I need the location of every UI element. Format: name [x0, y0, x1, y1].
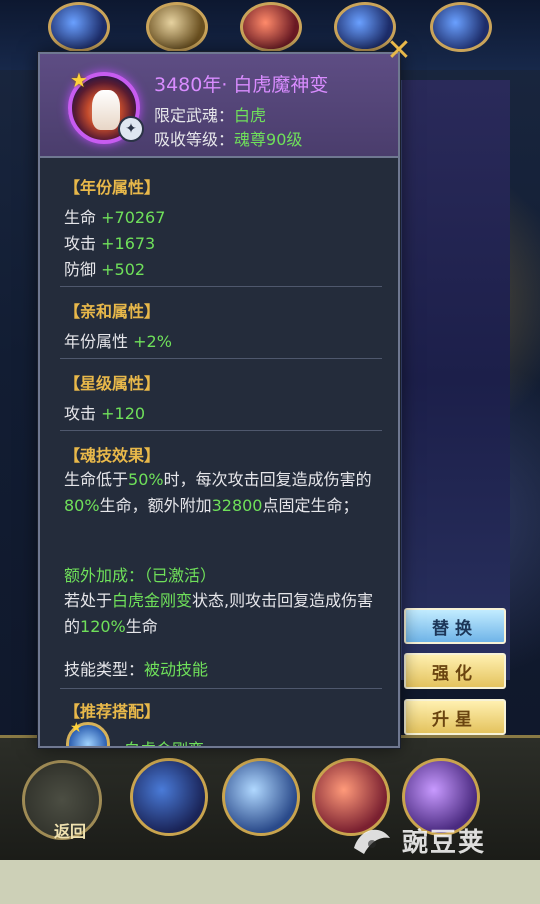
popup-header: ★ ✦ 3480年· 白虎魔神变 限定武魂：白虎 吸收等级：魂尊90级: [40, 54, 398, 158]
affinity-stat: 年份属性 +2%: [64, 328, 172, 352]
limited-value: 白虎: [234, 106, 267, 125]
stat-label: 攻击: [64, 234, 97, 253]
character-slot[interactable]: [130, 758, 208, 836]
skill-effect-heading: 【魂技效果】: [64, 446, 161, 465]
soul-ring-detail-popup: ★ ✦ 3480年· 白虎魔神变 限定武魂：白虎 吸收等级：魂尊90级 【年份属…: [38, 52, 400, 748]
stat-label: 生命: [64, 208, 97, 227]
star-attr-value: +120: [101, 404, 146, 423]
replace-button[interactable]: 替换: [404, 608, 506, 644]
soul-ring-display-panel: [400, 80, 510, 680]
soul-ring-slot[interactable]: [48, 2, 110, 52]
stat-defense: 防御 +502: [64, 256, 145, 280]
divider: [60, 286, 382, 287]
star-up-button[interactable]: 升星: [404, 699, 506, 735]
divider: [60, 688, 382, 689]
bottom-border: [0, 860, 540, 904]
stat-value: +502: [101, 260, 146, 279]
limited-label: 限定武魂：: [154, 106, 235, 125]
affinity-label: 年份属性: [64, 332, 129, 351]
limited-martial-soul: 限定武魂：白虎: [154, 102, 266, 126]
soul-ring-title: 3480年· 白虎魔神变: [154, 74, 329, 96]
divider: [60, 430, 382, 431]
star-attr-stat: 攻击 +120: [64, 400, 145, 424]
star-attr-heading: 【星级属性】: [64, 374, 161, 393]
absorb-label: 吸收等级：: [154, 130, 235, 149]
watermark-text: 豌豆荚: [402, 828, 487, 858]
stat-hp: 生命 +70267: [64, 204, 165, 228]
watermark-logo-icon: [354, 829, 390, 854]
soul-ring-slot[interactable]: [146, 2, 208, 52]
affinity-value: +2%: [133, 332, 172, 351]
soul-ring-slot[interactable]: [430, 2, 492, 52]
star-icon: ★: [70, 720, 83, 736]
skill-type-label: 技能类型：: [64, 660, 145, 679]
recommended-skill-name: 白虎金刚变: [124, 736, 204, 746]
stat-attack: 攻击 +1673: [64, 230, 155, 254]
close-icon[interactable]: ✕: [384, 36, 414, 66]
recommend-heading: 【推荐搭配】: [64, 702, 161, 721]
year-attr-heading: 【年份属性】: [64, 178, 161, 197]
skill-type-value: 被动技能: [144, 660, 209, 679]
bonus-activated: 额外加成：（已激活）: [64, 566, 217, 585]
star-attr-label: 攻击: [64, 404, 97, 423]
white-tiger-figure-icon: [92, 90, 120, 130]
divider: [60, 358, 382, 359]
soul-ring-slot[interactable]: [240, 2, 302, 52]
stat-label: 防御: [64, 260, 97, 279]
affinity-heading: 【亲和属性】: [64, 302, 161, 321]
tiger-badge-icon: ✦: [118, 116, 144, 142]
bonus-description: 若处于白虎金刚变状态,则攻击回复造成伤害的120%生命: [64, 591, 374, 636]
skill-effect-description: 生命低于50%时，每次攻击回复造成伤害的80%生命，额外附加32800点固定生命…: [64, 470, 372, 515]
star-icon: ★: [70, 68, 88, 92]
enhance-button[interactable]: 强化: [404, 653, 506, 689]
stat-value: +1673: [101, 234, 156, 253]
absorb-level: 吸收等级：魂尊90级: [154, 126, 302, 150]
skill-type: 技能类型：被动技能: [64, 656, 208, 680]
stat-value: +70267: [101, 208, 166, 227]
absorb-value: 魂尊90级: [234, 130, 303, 149]
character-slot[interactable]: [222, 758, 300, 836]
back-button-label: 返回: [53, 822, 86, 841]
